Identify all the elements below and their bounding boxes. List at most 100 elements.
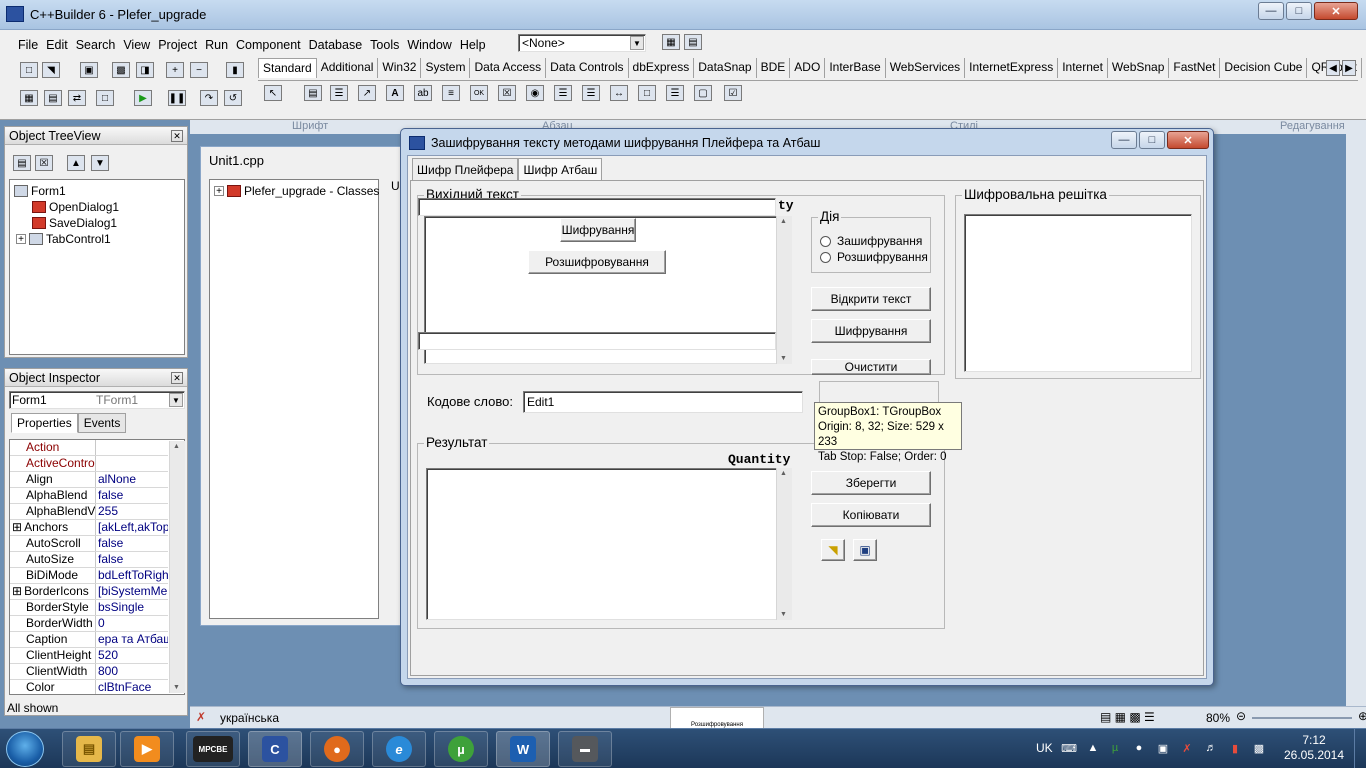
menu-run[interactable]: Run	[201, 36, 232, 56]
palette-tab-internet[interactable]: Internet	[1058, 58, 1108, 78]
menu-component[interactable]: Component	[232, 36, 305, 56]
zoom-level[interactable]: 80%	[1206, 711, 1230, 725]
start-button[interactable]	[6, 731, 44, 767]
copy-button[interactable]: Копіювати	[811, 503, 931, 527]
network-icon[interactable]: ▩	[1252, 741, 1266, 755]
frames-icon[interactable]: ▤	[304, 85, 322, 101]
pause-icon[interactable]: ❚❚	[168, 90, 186, 106]
radio-encrypt[interactable]: Зашифрування	[820, 234, 922, 248]
main-menu-icon[interactable]: ☰	[330, 85, 348, 101]
menu-view[interactable]: View	[119, 36, 154, 56]
view-unit-icon[interactable]: ▦	[20, 90, 38, 106]
property-value[interactable]: ера та Атбаш	[96, 632, 168, 647]
show-desktop-button[interactable]	[1354, 729, 1366, 768]
property-grid-scrollbar[interactable]: ▲ ▼	[169, 441, 185, 693]
result-memo[interactable]	[426, 468, 792, 620]
palette-tab-interbase[interactable]: InterBase	[825, 58, 886, 78]
tab-atbash[interactable]: Шифр Атбаш	[518, 158, 603, 182]
property-row[interactable]: AutoScroll false	[10, 536, 168, 552]
scroll-down-icon[interactable]: ▼	[780, 611, 787, 618]
expand-icon[interactable]: ⊞	[12, 584, 22, 598]
new-item-icon[interactable]: ▤	[13, 155, 31, 171]
form-minimize-button[interactable]: —	[1111, 131, 1137, 149]
actionlist-icon[interactable]: ☑	[724, 85, 742, 101]
property-row[interactable]: ClientWidth 800	[10, 664, 168, 680]
property-row[interactable]: BorderStyle bsSingle	[10, 600, 168, 616]
taskbar-media-player[interactable]: ▶	[120, 731, 174, 767]
toggle-form-icon[interactable]: ▤	[684, 34, 702, 50]
menu-database[interactable]: Database	[305, 36, 367, 56]
scroll-up-icon[interactable]: ▲	[173, 443, 180, 450]
tab-playfair[interactable]: Шифр Плейфера	[412, 158, 519, 182]
popup-menu-icon[interactable]: ↗	[358, 85, 376, 101]
palette-tab-standard[interactable]: Standard	[258, 58, 317, 78]
property-value[interactable]: 0	[96, 616, 168, 631]
view-layout-icons[interactable]: ▤ ▦ ▩ ☰	[1100, 710, 1155, 724]
inspector-close-icon[interactable]: ✕	[171, 372, 183, 384]
taskbar-game[interactable]: ▬	[558, 731, 612, 767]
zoom-out-icon[interactable]: ⊝	[1236, 709, 1246, 723]
network-warning-icon[interactable]: ✗	[1180, 741, 1194, 755]
property-row[interactable]: Caption ера та Атбаш	[10, 632, 168, 648]
new-form-icon[interactable]: □	[96, 90, 114, 106]
source-memo-scrollbar[interactable]: ▲ ▼	[776, 216, 792, 364]
taskbar-explorer[interactable]: ▤	[62, 731, 116, 767]
tray-app-icon[interactable]: ●	[1132, 741, 1146, 755]
remove-file-icon[interactable]: −	[190, 62, 208, 78]
taskbar-internet-explorer[interactable]: e	[372, 731, 426, 767]
property-row[interactable]: ActiveControl	[10, 456, 168, 472]
label-icon[interactable]: A	[386, 85, 404, 101]
taskbar-mpcbe[interactable]: MPCBE	[186, 731, 240, 767]
menu-tools[interactable]: Tools	[366, 36, 403, 56]
open-text-button[interactable]: Відкрити текст	[811, 287, 931, 311]
open-icon[interactable]: ◥	[42, 62, 60, 78]
form-maximize-button[interactable]: □	[1139, 131, 1165, 149]
property-value[interactable]: bsSingle	[96, 600, 168, 615]
delete-item-icon[interactable]: ☒	[35, 155, 53, 171]
expand-icon[interactable]: +	[16, 234, 26, 245]
inspector-object-combo[interactable]: Form1 TForm1 ▼	[9, 391, 185, 409]
window-list-icon[interactable]: ▦	[662, 34, 680, 50]
open-project-icon[interactable]: ◨	[136, 62, 154, 78]
palette-scroll-left-icon[interactable]: ◀	[1326, 60, 1340, 76]
tray-app-icon-2[interactable]: ▣	[1156, 741, 1170, 755]
property-row[interactable]: Color clBtnFace	[10, 680, 168, 694]
scroll-up-icon[interactable]: ▲	[780, 470, 787, 477]
radio-decrypt[interactable]: Розшифрування	[820, 250, 928, 264]
new-icon[interactable]: □	[20, 62, 38, 78]
property-value[interactable]: 255	[96, 504, 168, 519]
scroll-down-icon[interactable]: ▼	[173, 684, 180, 691]
memo-icon[interactable]: ≡	[442, 85, 460, 101]
save-icon[interactable]: ▣	[80, 62, 98, 78]
property-value[interactable]: [akLeft,akTop	[96, 520, 168, 535]
groupbox-icon[interactable]: □	[638, 85, 656, 101]
form-close-button[interactable]: ✕	[1167, 131, 1209, 149]
palette-tab-additional[interactable]: Additional	[317, 58, 379, 78]
trace-into-icon[interactable]: ↷	[200, 90, 218, 106]
open-folder-icon[interactable]: ◥	[821, 539, 845, 561]
button-icon[interactable]: OK	[470, 85, 488, 101]
volume-icon[interactable]: ♬	[1204, 741, 1218, 755]
zoom-slider[interactable]	[1252, 717, 1352, 719]
chevron-down-icon[interactable]: ▼	[169, 393, 183, 407]
property-row[interactable]: ⊞ Anchors [akLeft,akTop	[10, 520, 168, 536]
close-button[interactable]: ✕	[1314, 2, 1358, 20]
minimize-button[interactable]: —	[1258, 2, 1284, 20]
listbox-icon[interactable]: ☰	[554, 85, 572, 101]
palette-tab-datasnap[interactable]: DataSnap	[694, 58, 757, 78]
taskbar-firefox[interactable]: ●	[310, 731, 364, 767]
scroll-up-icon[interactable]: ▲	[780, 218, 787, 225]
menu-file[interactable]: File	[14, 36, 42, 56]
scroll-down-icon[interactable]: ▼	[780, 355, 787, 362]
taskbar-utorrent[interactable]: µ	[434, 731, 488, 767]
radio-circle[interactable]	[820, 235, 831, 247]
zoom-in-icon[interactable]: ⊕	[1358, 709, 1366, 723]
treeview-close-icon[interactable]: ✕	[171, 130, 183, 142]
tree-item-savedialog1[interactable]: SaveDialog1	[32, 216, 117, 230]
combobox-icon[interactable]: ☰	[582, 85, 600, 101]
view-form-icon[interactable]: ▤	[44, 90, 62, 106]
cipher-button[interactable]: Шифрування	[811, 319, 931, 343]
property-value[interactable]	[96, 440, 168, 455]
toggle-icon[interactable]: ⇄	[68, 90, 86, 106]
save-button[interactable]: Зберегти	[811, 471, 931, 495]
